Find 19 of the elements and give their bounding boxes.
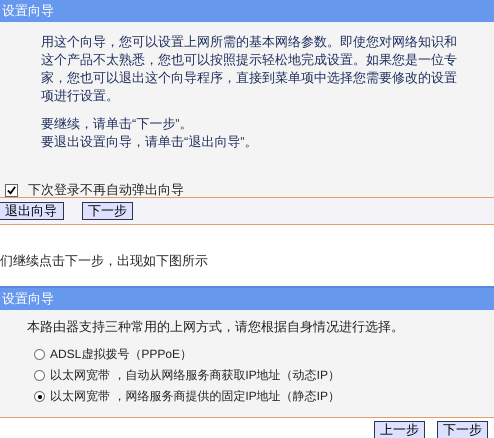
- radio-button[interactable]: [34, 370, 45, 381]
- wizard-button[interactable]: 下一步: [437, 421, 488, 438]
- panel-title: 设置向导: [2, 291, 54, 306]
- radio-label: ADSL虚拟拨号（PPPoE）: [50, 346, 192, 363]
- instruction-text: 本路由器支持三种常用的上网方式，请您根据自身情况进行选择。: [27, 319, 405, 336]
- checkbox[interactable]: [5, 184, 18, 196]
- checkbox-label: 下次登录不再自动弹出向导: [28, 181, 184, 199]
- radio-button[interactable]: [34, 349, 45, 360]
- caption-text: 们继续点击下一步，出现如下图所示: [0, 252, 208, 270]
- radio-label: 以太网宽带 ，自动从网络服务商获取IP地址（动态IP）: [50, 367, 340, 384]
- panel-title: 设置向导: [2, 3, 54, 18]
- wizard-button[interactable]: 上一步: [374, 421, 425, 438]
- instruction-text: 要退出设置向导，请单击“退出向导”。: [41, 133, 259, 151]
- instruction-text: 要继续，请单击“下一步”。: [41, 115, 194, 133]
- radio-button[interactable]: [34, 391, 45, 402]
- radio-label: 以太网宽带 ，网络服务商提供的固定IP地址（静态IP）: [50, 388, 340, 405]
- wizard-button[interactable]: 下一步: [82, 202, 133, 220]
- instruction-text: 用这个向导，您可以设置上网所需的基本网络参数。即使您对网络知识和这个产品不太熟悉，您也可以按照提示轻松地完成设置。如果您是一位专家，您也可以退出这个向导程序，直接到菜单项中选择您需要修改的设置项进行设置。: [41, 33, 457, 105]
- wizard-button[interactable]: 退出向导: [0, 202, 64, 220]
